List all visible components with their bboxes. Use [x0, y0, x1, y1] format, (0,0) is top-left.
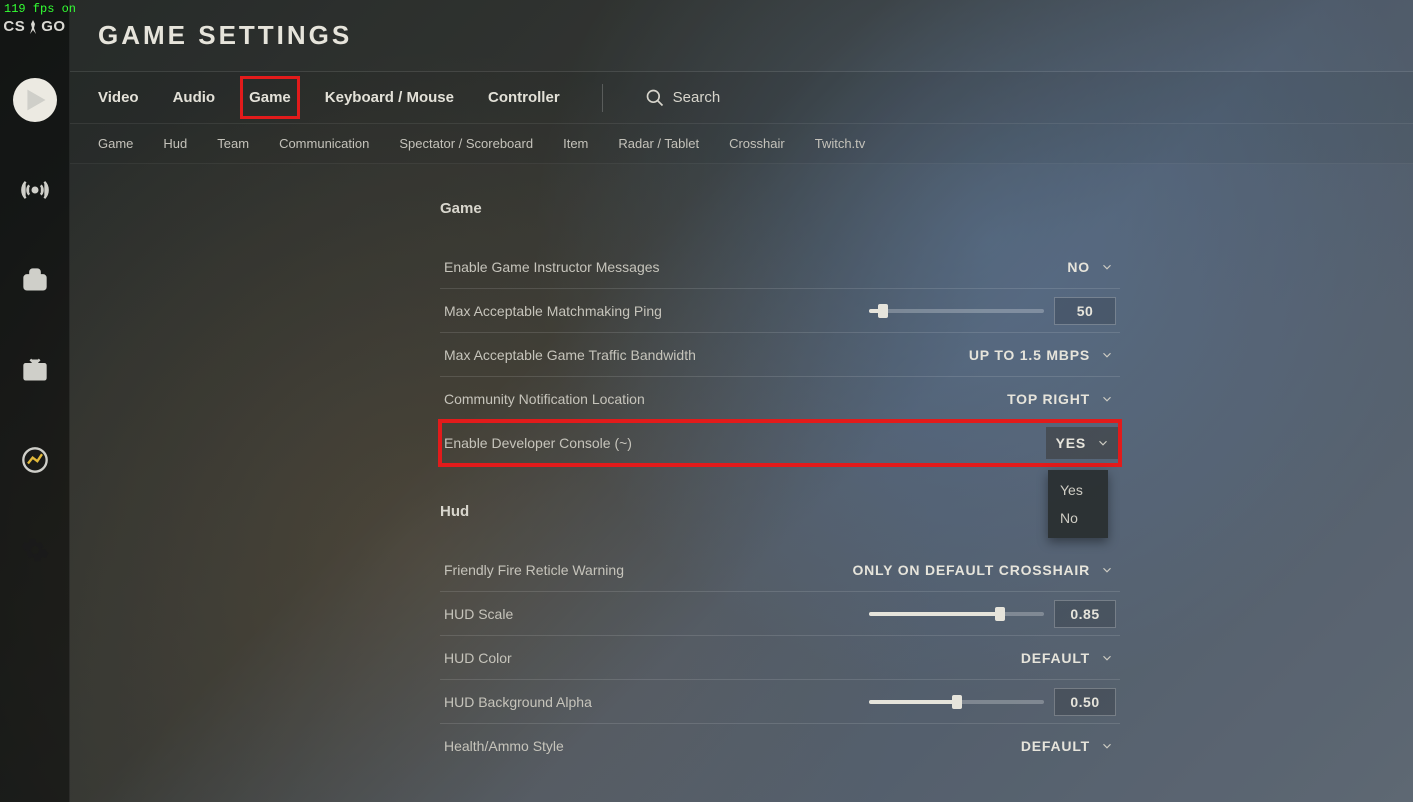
search-placeholder: Search: [673, 89, 721, 106]
numbox-hud-scale[interactable]: 0.85: [1054, 600, 1116, 628]
tab-audio[interactable]: Audio: [173, 85, 216, 110]
chevron-down-icon: [1100, 260, 1114, 274]
row-label: Max Acceptable Game Traffic Bandwidth: [444, 347, 696, 363]
logo-figure-icon: [27, 19, 39, 35]
row-notif-loc: Community Notification Location TOP RIGH…: [440, 377, 1120, 421]
row-dev-console: Enable Developer Console (~) YES Yes No: [440, 421, 1120, 465]
settings-content: Game Enable Game Instructor Messages NO …: [70, 164, 1413, 802]
left-sidebar: CS GO: [0, 0, 70, 802]
tab-video[interactable]: Video: [98, 85, 139, 110]
dropdown-instructor[interactable]: NO: [1065, 255, 1116, 279]
dropdown-notif-loc[interactable]: TOP RIGHT: [1005, 387, 1116, 411]
row-hud-color: HUD Color DEFAULT: [440, 636, 1120, 680]
numbox-mm-ping[interactable]: 50: [1054, 297, 1116, 325]
nav-settings[interactable]: [0, 525, 69, 575]
search-icon: [645, 88, 665, 108]
tv-icon: [21, 356, 49, 384]
nav-stats[interactable]: [0, 435, 69, 485]
slider-hud-bg-alpha[interactable]: [869, 700, 1044, 704]
play-icon: [13, 78, 57, 122]
chevron-down-icon: [1100, 563, 1114, 577]
subtab-communication[interactable]: Communication: [279, 136, 369, 151]
subtab-twitch[interactable]: Twitch.tv: [815, 136, 866, 151]
dropdown-health-ammo-style[interactable]: DEFAULT: [1019, 734, 1116, 758]
dropdown-menu-dev-console: Yes No: [1048, 470, 1108, 538]
dropdown-option-no[interactable]: No: [1048, 504, 1108, 532]
slider-hud-scale[interactable]: [869, 612, 1044, 616]
subtab-hud[interactable]: Hud: [163, 136, 187, 151]
chevron-down-icon: [1096, 436, 1110, 450]
fps-overlay: 119 fps on: [0, 0, 80, 18]
row-label: Enable Developer Console (~): [444, 435, 632, 451]
tab-controller[interactable]: Controller: [488, 85, 560, 110]
row-label: HUD Color: [444, 650, 512, 666]
chevron-down-icon: [1100, 348, 1114, 362]
row-bandwidth: Max Acceptable Game Traffic Bandwidth UP…: [440, 333, 1120, 377]
tab-game[interactable]: Game: [249, 85, 291, 110]
row-hud-bg-alpha: HUD Background Alpha 0.50: [440, 680, 1120, 724]
primary-tabs: Video Audio Game Keyboard / Mouse Contro…: [70, 72, 1413, 124]
dropdown-option-yes[interactable]: Yes: [1048, 476, 1108, 504]
dropdown-bandwidth[interactable]: UP TO 1.5 MBPS: [967, 343, 1116, 367]
row-label: Enable Game Instructor Messages: [444, 259, 660, 275]
subtab-game[interactable]: Game: [98, 136, 133, 151]
dropdown-ff-warn[interactable]: ONLY ON DEFAULT CROSSHAIR: [850, 558, 1116, 582]
row-label: Health/Ammo Style: [444, 738, 564, 754]
secondary-tabs: Game Hud Team Communication Spectator / …: [70, 124, 1413, 164]
row-label: Community Notification Location: [444, 391, 645, 407]
nav-inventory[interactable]: [0, 255, 69, 305]
subtab-crosshair[interactable]: Crosshair: [729, 136, 785, 151]
row-label: HUD Background Alpha: [444, 694, 592, 710]
gear-icon: [21, 536, 49, 564]
subtab-item[interactable]: Item: [563, 136, 588, 151]
chevron-down-icon: [1100, 739, 1114, 753]
dropdown-hud-color[interactable]: DEFAULT: [1019, 646, 1116, 670]
row-label: Max Acceptable Matchmaking Ping: [444, 303, 662, 319]
slider-mm-ping[interactable]: [869, 309, 1044, 313]
briefcase-icon: [21, 266, 49, 294]
chevron-down-icon: [1100, 651, 1114, 665]
title-bar: GAME SETTINGS: [70, 0, 1413, 72]
nav-broadcast[interactable]: [0, 165, 69, 215]
tab-keyboard-mouse[interactable]: Keyboard / Mouse: [325, 85, 454, 110]
nav-play[interactable]: [0, 75, 69, 125]
game-logo: CS GO: [3, 18, 65, 35]
dropdown-dev-console[interactable]: YES: [1046, 427, 1120, 459]
row-ff-warn: Friendly Fire Reticle Warning ONLY ON DE…: [440, 548, 1120, 592]
subtab-team[interactable]: Team: [217, 136, 249, 151]
numbox-hud-bg-alpha[interactable]: 0.50: [1054, 688, 1116, 716]
row-instructor: Enable Game Instructor Messages NO: [440, 245, 1120, 289]
nav-watch[interactable]: [0, 345, 69, 395]
chevron-down-icon: [1100, 392, 1114, 406]
section-head-hud: Hud: [440, 503, 1120, 520]
search-box[interactable]: Search: [645, 88, 721, 108]
tab-divider: [602, 84, 603, 112]
section-head-game: Game: [440, 200, 1120, 217]
broadcast-icon: [21, 176, 49, 204]
subtab-radar[interactable]: Radar / Tablet: [618, 136, 699, 151]
row-health-ammo-style: Health/Ammo Style DEFAULT: [440, 724, 1120, 768]
page-title: GAME SETTINGS: [98, 20, 352, 51]
row-mm-ping: Max Acceptable Matchmaking Ping 50: [440, 289, 1120, 333]
row-label: HUD Scale: [444, 606, 513, 622]
subtab-spectator[interactable]: Spectator / Scoreboard: [399, 136, 533, 151]
stats-icon: [21, 446, 49, 474]
row-hud-scale: HUD Scale 0.85: [440, 592, 1120, 636]
row-label: Friendly Fire Reticle Warning: [444, 562, 624, 578]
